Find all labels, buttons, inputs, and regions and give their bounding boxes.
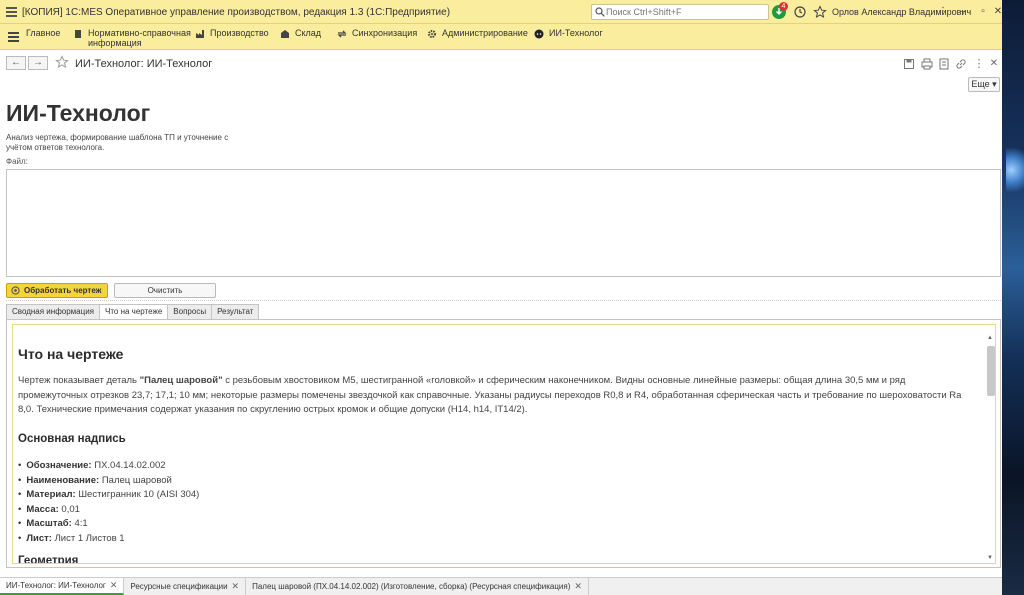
app-menu-icon[interactable]	[6, 7, 17, 17]
window-title: [КОПИЯ] 1С:MES Оперативное управление пр…	[22, 7, 451, 18]
more-button[interactable]: Еще ▾	[968, 77, 1000, 92]
tab-result[interactable]: Результат	[211, 304, 260, 319]
menu-item-sync[interactable]: Синхронизация	[337, 28, 417, 39]
open-window-tab[interactable]: Ресурсные спецификации ✕	[124, 578, 247, 595]
minimize-button[interactable]: –	[955, 4, 971, 20]
form-header: ← → ИИ-Технолог: ИИ-Технолог ⋮ ✕	[0, 50, 1002, 76]
app-window: [КОПИЯ] 1С:MES Оперативное управление пр…	[0, 0, 1002, 595]
close-window-button[interactable]: ✕	[990, 4, 1006, 20]
page-title: ИИ-Технолог	[6, 100, 151, 126]
menu-item-production[interactable]: Производство	[195, 28, 269, 39]
chat-bot-icon	[534, 29, 544, 39]
gear-icon	[428, 30, 436, 38]
tab-drawing-contents[interactable]: Что на чертеже	[99, 304, 169, 319]
tab-panel: Что на чертеже Чертеж показывает деталь …	[6, 319, 1001, 568]
title-bar: [КОПИЯ] 1С:MES Оперативное управление пр…	[0, 0, 1002, 24]
menu-item-warehouse[interactable]: Склад	[280, 28, 321, 39]
menu-item-reference-info[interactable]: Нормативно-справочная информация	[73, 28, 191, 48]
scroll-up-arrow[interactable]: ▲	[985, 333, 995, 343]
tab-questions[interactable]: Вопросы	[167, 304, 213, 319]
factory-icon	[196, 30, 204, 38]
sections-menu-icon[interactable]	[8, 32, 19, 42]
global-search[interactable]	[591, 4, 769, 20]
tab-summary[interactable]: Сводная информация	[6, 304, 100, 319]
file-drop-area[interactable]	[6, 169, 1001, 277]
drawing-contents-view[interactable]: Что на чертеже Чертеж показывает деталь …	[12, 324, 996, 564]
divider	[6, 300, 1001, 301]
list-item: Лист: Лист 1 Листов 1	[18, 532, 199, 547]
clear-button[interactable]: Очистить	[114, 283, 216, 298]
vertical-scrollbar[interactable]: ▲ ▼	[985, 329, 995, 561]
description-paragraph: Чертеж показывает деталь "Палец шаровой"…	[18, 375, 962, 415]
more-actions-icon[interactable]: ⋮	[973, 58, 985, 70]
file-label: Файл:	[6, 157, 28, 166]
list-item: Наименование: Палец шаровой	[18, 474, 199, 489]
result-tabs: Сводная информация Что на чертеже Вопрос…	[6, 304, 260, 319]
notifications-icon[interactable]: 4	[772, 2, 788, 19]
open-window-tab[interactable]: ИИ-Технолог: ИИ-Технолог ✕	[0, 577, 125, 595]
process-drawing-button[interactable]: Обработать чертеж	[6, 283, 108, 298]
list-item: Масштаб: 4:1	[18, 517, 199, 532]
gear-icon	[11, 286, 20, 295]
open-window-tab[interactable]: Палец шаровой (ПХ.04.14.02.002) (Изготов…	[246, 578, 589, 595]
restore-button[interactable]: ▫	[975, 4, 991, 20]
list-item: Масса: 0,01	[18, 503, 199, 518]
search-icon	[595, 7, 605, 17]
desktop-background	[1002, 0, 1024, 595]
document-icon[interactable]	[938, 58, 950, 70]
title-block-list: Обозначение: ПХ.04.14.02.002 Наименовани…	[18, 459, 199, 546]
close-tab-icon[interactable]: ✕	[110, 577, 118, 594]
section-heading: Что на чертеже	[18, 346, 124, 362]
search-input[interactable]	[606, 6, 766, 18]
scroll-down-arrow[interactable]: ▼	[985, 553, 995, 563]
close-tab-icon[interactable]: ✕	[232, 578, 240, 595]
save-icon[interactable]	[903, 58, 915, 70]
notification-count: 4	[779, 2, 788, 11]
open-windows-bar: ИИ-Технолог: ИИ-Технолог ✕ Ресурсные спец…	[0, 577, 1002, 595]
settings-menu-icon[interactable]: ⋮	[935, 4, 951, 20]
close-tab-icon[interactable]: ✕	[574, 578, 582, 595]
page-subtitle: Анализ чертежа, формирование шаблона ТП …	[6, 133, 229, 152]
menu-item-admin[interactable]: Администрирование	[427, 28, 528, 39]
forward-button[interactable]: →	[28, 56, 48, 70]
list-item: Обозначение: ПХ.04.14.02.002	[18, 459, 199, 474]
main-menu: Главное Нормативно-справочная информация…	[0, 24, 1002, 50]
favorites-star-icon[interactable]	[813, 5, 827, 19]
process-drawing-label: Обработать чертеж	[24, 286, 102, 295]
close-form-icon[interactable]: ✕	[988, 58, 1000, 70]
geometry-heading: Геометрия	[18, 555, 79, 564]
link-icon[interactable]	[955, 58, 967, 70]
book-icon	[75, 30, 81, 38]
print-icon[interactable]	[921, 58, 933, 70]
back-button[interactable]: ←	[6, 56, 26, 70]
list-item: Материал: Шестигранник 10 (AISI 304)	[18, 488, 199, 503]
scroll-thumb[interactable]	[987, 346, 995, 396]
warehouse-icon	[281, 30, 289, 38]
history-icon[interactable]	[793, 5, 807, 19]
menu-item-ai-technologist[interactable]: ИИ-Технолог	[534, 28, 603, 39]
favorite-star-icon[interactable]	[55, 55, 69, 69]
sync-icon	[337, 30, 347, 38]
form-title: ИИ-Технолог: ИИ-Технолог	[75, 58, 213, 70]
menu-item-main[interactable]: Главное	[26, 28, 60, 38]
title-block-heading: Основная надпись	[18, 433, 126, 445]
